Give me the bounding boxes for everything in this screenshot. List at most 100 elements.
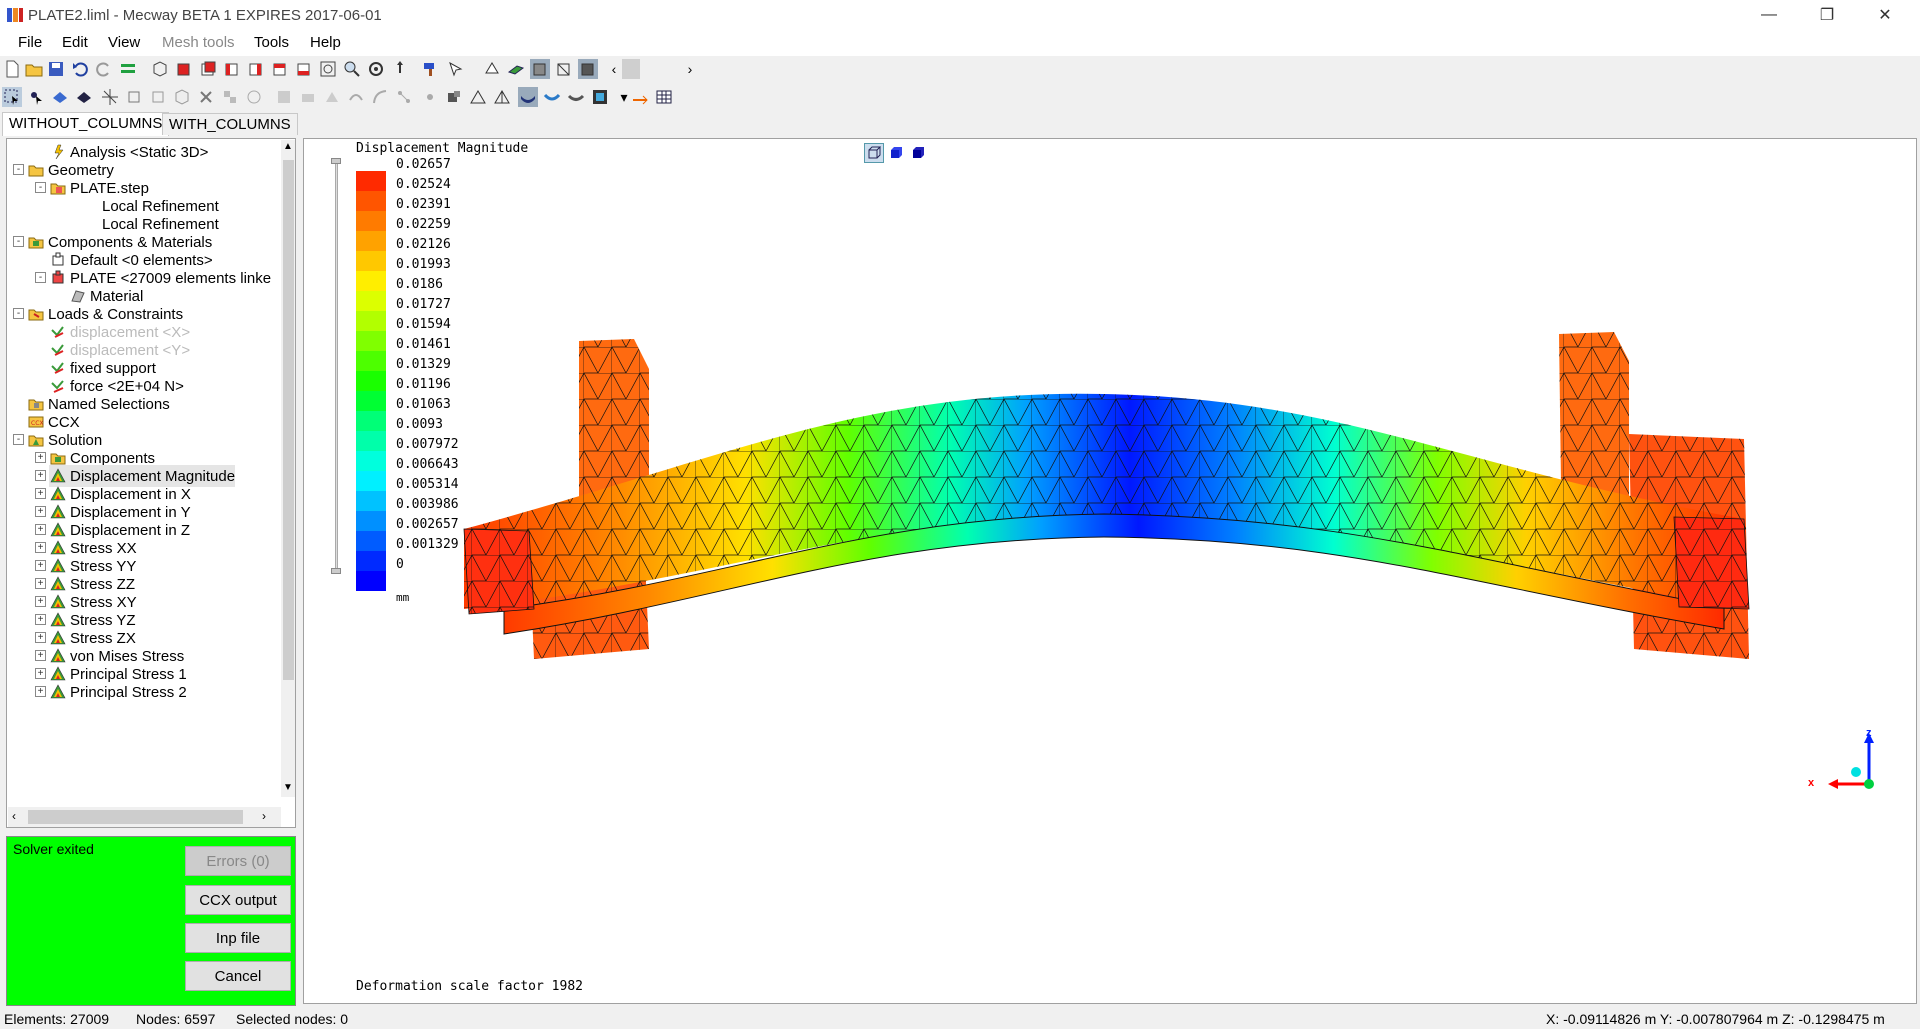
shape-icon[interactable]: [482, 59, 502, 79]
view-right-icon[interactable]: [246, 59, 266, 79]
delete-icon[interactable]: [196, 87, 216, 107]
rotate-icon[interactable]: [366, 59, 386, 79]
tree-expander-icon[interactable]: +: [35, 524, 46, 535]
menu-view[interactable]: View: [108, 34, 140, 51]
hide-icon[interactable]: [124, 87, 144, 107]
tree-expander-icon[interactable]: -: [13, 236, 24, 247]
tab-with-columns[interactable]: WITH_COLUMNS: [162, 113, 298, 135]
redo-icon[interactable]: [94, 59, 114, 79]
menu-help[interactable]: Help: [310, 34, 341, 51]
tree-horizontal-scroll-thumb[interactable]: [28, 810, 243, 824]
tree-expander-icon[interactable]: +: [35, 668, 46, 679]
zoom-fit-icon[interactable]: [318, 59, 338, 79]
tree-expander-icon[interactable]: +: [35, 470, 46, 481]
view-wire-icon[interactable]: [150, 59, 170, 79]
new-file-icon[interactable]: [2, 59, 22, 79]
tree-horizontal-scrollbar[interactable]: ‹ ›: [8, 807, 281, 827]
tree-expander-icon[interactable]: +: [35, 614, 46, 625]
menu-mesh-tools[interactable]: Mesh tools: [162, 34, 235, 51]
tool-d-icon[interactable]: [298, 87, 318, 107]
select-cursor-icon[interactable]: [2, 87, 22, 107]
tree-expander-icon[interactable]: +: [35, 650, 46, 661]
tree-expander-icon[interactable]: +: [35, 686, 46, 697]
open-folder-icon[interactable]: [24, 59, 44, 79]
view-top-icon[interactable]: [270, 59, 290, 79]
save-icon[interactable]: [46, 59, 66, 79]
tool-h-icon[interactable]: [394, 87, 414, 107]
inp-file-button[interactable]: Inp file: [185, 923, 291, 953]
menu-file[interactable]: File: [18, 34, 42, 51]
probe-icon[interactable]: [630, 87, 650, 107]
tree-expander-icon[interactable]: +: [35, 596, 46, 607]
surface-icon[interactable]: [506, 59, 526, 79]
table-icon[interactable]: [654, 87, 674, 107]
tool-e-icon[interactable]: [322, 87, 342, 107]
scroll-down-icon[interactable]: ▼: [283, 782, 293, 793]
film-icon[interactable]: [590, 87, 610, 107]
errors-button[interactable]: Errors (0): [185, 846, 291, 876]
arrow-tool-icon[interactable]: [446, 59, 466, 79]
deformed-mesh-model[interactable]: [304, 139, 1917, 1004]
show-icon[interactable]: [148, 87, 168, 107]
tree-expander-icon[interactable]: +: [35, 560, 46, 571]
tree-expander-icon[interactable]: +: [35, 488, 46, 499]
wire-view-icon[interactable]: [554, 59, 574, 79]
tree-expander-icon[interactable]: +: [35, 542, 46, 553]
tool-f-icon[interactable]: [346, 87, 366, 107]
paint-icon[interactable]: [420, 59, 440, 79]
explode-icon[interactable]: [100, 87, 120, 107]
mesh-view-icon[interactable]: [578, 59, 598, 79]
tool-a-icon[interactable]: [220, 87, 240, 107]
tree-vertical-scroll-thumb[interactable]: [283, 160, 294, 680]
tree-expander-icon[interactable]: +: [35, 578, 46, 589]
tree-expander-icon[interactable]: -: [35, 272, 46, 283]
undo-icon[interactable]: [70, 59, 90, 79]
scroll-left-icon[interactable]: ‹: [12, 809, 16, 823]
tree-vertical-scrollbar[interactable]: ▲ ▼: [281, 140, 295, 797]
cube-gray-icon[interactable]: [172, 87, 192, 107]
pan-icon[interactable]: [390, 59, 410, 79]
tool-g-icon[interactable]: [370, 87, 390, 107]
undeformed-view-icon[interactable]: [542, 87, 562, 107]
scroll-up-icon[interactable]: ▲: [283, 141, 293, 152]
tool-b-icon[interactable]: [244, 87, 264, 107]
deformed-view-icon[interactable]: [518, 87, 538, 107]
toolbar-scroll-track[interactable]: [622, 59, 640, 79]
zoom-icon[interactable]: [342, 59, 362, 79]
select-element-icon[interactable]: [50, 87, 70, 107]
menu-edit[interactable]: Edit: [62, 34, 88, 51]
view-left-icon[interactable]: [222, 59, 242, 79]
tool-i-icon[interactable]: [420, 87, 440, 107]
close-button[interactable]: ✕: [1862, 0, 1908, 30]
animate-icon[interactable]: [566, 87, 586, 107]
tool-c-icon[interactable]: [274, 87, 294, 107]
tetra-icon[interactable]: [492, 87, 512, 107]
scroll-right-icon[interactable]: ›: [262, 809, 266, 823]
view-bottom-icon[interactable]: [294, 59, 314, 79]
view-front-icon[interactable]: [174, 59, 194, 79]
maximize-button[interactable]: ❐: [1804, 0, 1850, 30]
tab-without-columns[interactable]: WITHOUT_COLUMNS: [2, 112, 170, 136]
ccx-output-button[interactable]: CCX output: [185, 885, 291, 915]
3d-viewport[interactable]: Displacement Magnitude mm z x Deformatio…: [303, 138, 1917, 1004]
tree-item[interactable]: Principal Stress 2: [49, 681, 187, 703]
tree-expander-icon[interactable]: +: [35, 452, 46, 463]
menu-tools[interactable]: Tools: [254, 34, 289, 51]
tree-expander-icon[interactable]: -: [35, 182, 46, 193]
tree-expander-icon[interactable]: -: [13, 164, 24, 175]
tree-expander-icon[interactable]: -: [13, 308, 24, 319]
shaded-view-icon[interactable]: [530, 59, 550, 79]
scroll-right-icon[interactable]: ›: [680, 59, 700, 79]
tree-expander-icon[interactable]: -: [13, 434, 24, 445]
cancel-button[interactable]: Cancel: [185, 961, 291, 991]
tree-expander-icon[interactable]: +: [35, 506, 46, 517]
select-face-icon[interactable]: [74, 87, 94, 107]
layers-icon[interactable]: [118, 59, 138, 79]
minimize-button[interactable]: —: [1746, 0, 1792, 30]
select-node-icon[interactable]: [26, 87, 46, 107]
triangle-icon[interactable]: [468, 87, 488, 107]
view-back-icon[interactable]: [198, 59, 218, 79]
scroll-left-icon[interactable]: ‹: [604, 59, 624, 79]
tree-expander-icon[interactable]: +: [35, 632, 46, 643]
tool-j-icon[interactable]: [444, 87, 464, 107]
